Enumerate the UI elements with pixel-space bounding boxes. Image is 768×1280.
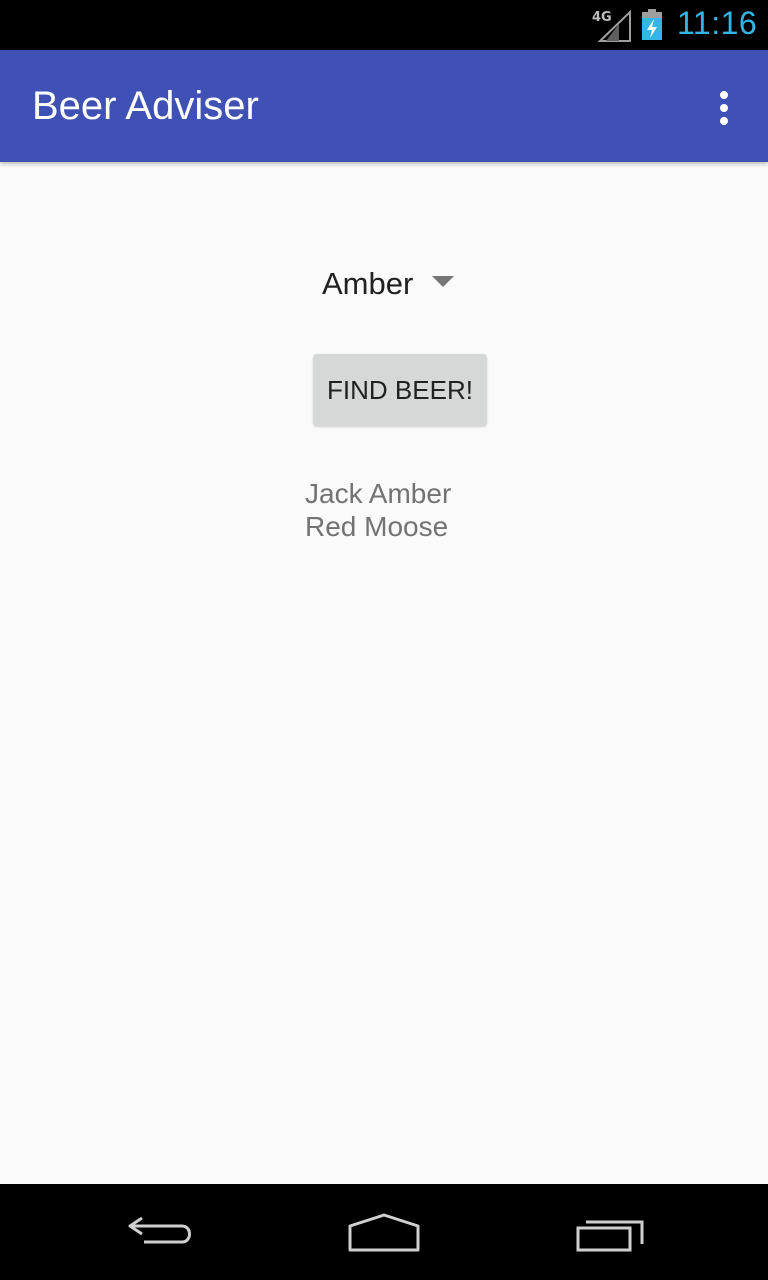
back-icon[interactable]: [120, 1208, 200, 1256]
result-item: Red Moose: [305, 511, 449, 542]
find-beer-button[interactable]: FIND BEER!: [313, 354, 487, 426]
results-text: Jack Amber Red Moose: [305, 477, 451, 543]
app-title: Beer Adviser: [32, 84, 259, 128]
network-type-label: 4G: [592, 10, 612, 25]
battery-charging-icon: [642, 9, 662, 40]
more-vert-icon[interactable]: [700, 84, 748, 132]
result-item: Jack Amber: [305, 478, 452, 509]
status-bar: 4G 11:16: [0, 0, 768, 50]
app-bar: Beer Adviser: [0, 50, 768, 162]
clock: 11:16: [677, 5, 758, 41]
screen: 4G 11:16 Beer Adviser Amber FIND BEER! J…: [0, 0, 768, 1280]
home-icon[interactable]: [344, 1208, 424, 1256]
spinner-selected-value: Amber: [322, 266, 414, 301]
recents-icon[interactable]: [570, 1208, 650, 1256]
dropdown-arrow-icon: [432, 276, 454, 287]
navigation-bar: [0, 1184, 768, 1280]
beer-color-spinner[interactable]: Amber: [310, 256, 470, 312]
